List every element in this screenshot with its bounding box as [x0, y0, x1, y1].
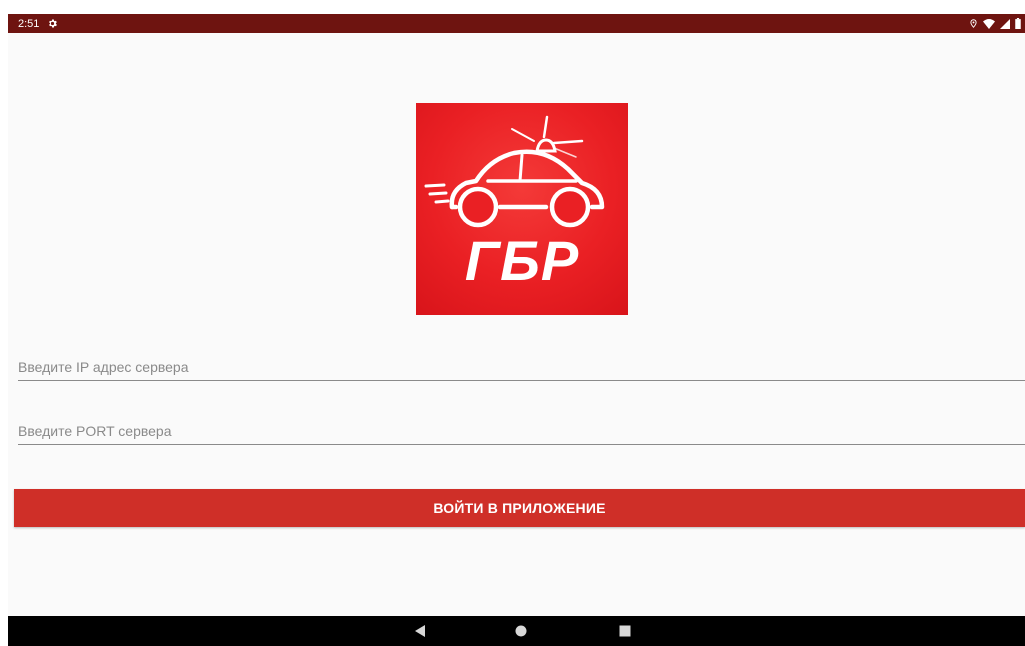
battery-icon — [1015, 18, 1021, 29]
status-time: 2:51 — [18, 17, 40, 30]
location-icon — [969, 18, 978, 29]
recents-icon[interactable] — [618, 624, 632, 638]
port-field[interactable] — [18, 410, 1025, 445]
app-logo: ГБР — [416, 103, 628, 315]
logo-text: ГБР — [464, 229, 580, 292]
signal-icon — [1000, 18, 1010, 29]
back-icon[interactable] — [413, 624, 427, 638]
app-screen: 2:51 ГБР Введите IP адрес сервера Введит… — [8, 14, 1025, 646]
status-bar: 2:51 — [8, 14, 1025, 33]
ip-address-input[interactable] — [18, 356, 1025, 378]
wifi-icon — [983, 18, 995, 29]
port-input[interactable] — [18, 420, 1025, 442]
ip-address-field[interactable] — [18, 346, 1025, 381]
navigation-bar — [8, 616, 1025, 646]
settings-icon — [47, 18, 58, 29]
login-button[interactable]: ВОЙТИ В ПРИЛОЖЕНИЕ — [14, 489, 1025, 527]
home-icon[interactable] — [514, 624, 528, 638]
